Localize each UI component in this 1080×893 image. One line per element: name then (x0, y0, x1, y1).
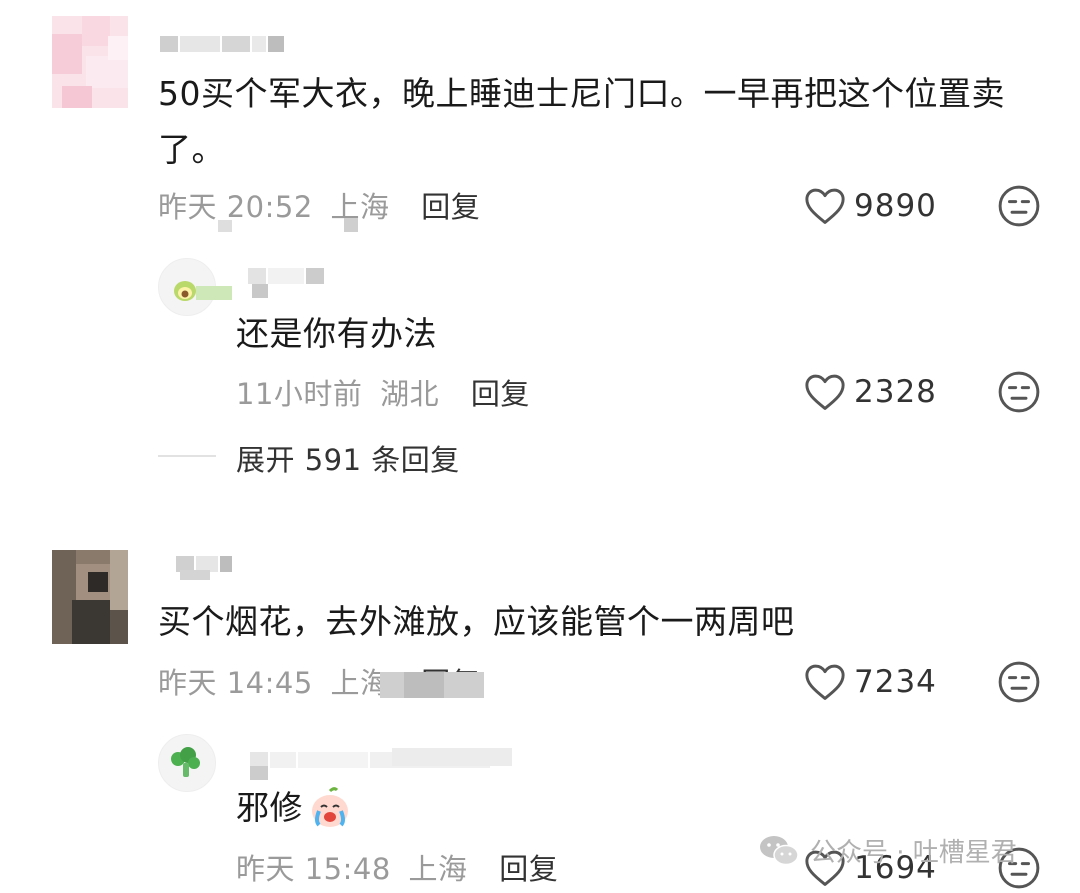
like-count: 2328 (854, 374, 937, 410)
mosaic-block (344, 218, 358, 232)
like-button[interactable]: 2328 (804, 370, 937, 414)
wechat-icon (760, 835, 799, 865)
broccoli-icon (171, 747, 200, 777)
dislike-icon[interactable] (997, 660, 1041, 704)
dislike-icon[interactable] (997, 184, 1041, 228)
comment-text: 50买个军大衣，晚上睡迪士尼门口。一早再把这个位置卖了。 (158, 74, 1005, 169)
comment-meta: 昨天 20:52 上海 回复 (158, 184, 480, 226)
expand-replies-button[interactable]: 展开 591 条回复 (236, 437, 460, 479)
avatar[interactable] (52, 16, 128, 108)
reply-meta: 昨天 15:48 上海 回复 (236, 846, 558, 888)
reply-time: 昨天 15:48 (236, 852, 391, 886)
mosaic-block (250, 766, 268, 780)
watermark-text: 公众号 · 吐槽星君 (810, 838, 1017, 868)
reply-button[interactable]: 回复 (471, 377, 530, 411)
expand-divider (158, 455, 216, 457)
reply-text: 邪修 (236, 780, 353, 836)
watermark: 公众号 · 吐槽星君 (758, 832, 1017, 869)
reply-text: 还是你有办法 (236, 314, 437, 353)
comment-location: 上海 (330, 190, 390, 224)
heart-icon (805, 374, 845, 410)
comment-time: 昨天 14:45 (158, 666, 313, 700)
mosaic-block (392, 748, 512, 766)
like-button[interactable]: 7234 (804, 660, 937, 704)
avatar[interactable] (158, 734, 216, 792)
like-button[interactable]: 9890 (804, 184, 937, 228)
comment-time: 昨天 20:52 (158, 190, 313, 224)
mosaic-block (404, 672, 444, 698)
like-count: 7234 (854, 664, 937, 700)
reply-meta: 11小时前 湖北 回复 (236, 371, 530, 413)
username[interactable] (248, 268, 326, 284)
mosaic-block (252, 284, 268, 298)
reply-button[interactable]: 回复 (499, 852, 558, 886)
like-count: 9890 (854, 188, 937, 224)
heart-icon (805, 664, 845, 700)
heart-icon (805, 188, 845, 224)
mosaic-block (196, 286, 232, 300)
reply-location: 湖北 (380, 377, 440, 411)
reply-button[interactable]: 回复 (421, 190, 480, 224)
comment-text: 买个烟花，去外滩放，应该能管个一两周吧 (158, 602, 795, 641)
avatar[interactable] (52, 550, 128, 644)
reply-time: 11小时前 (236, 377, 363, 411)
reply-text-content: 邪修 (236, 788, 303, 827)
crying-emoji-icon (312, 787, 348, 827)
dislike-icon[interactable] (997, 370, 1041, 414)
mosaic-block (218, 220, 232, 232)
username[interactable] (160, 36, 286, 52)
reply-location: 上海 (408, 852, 468, 886)
mosaic-block (180, 570, 210, 580)
